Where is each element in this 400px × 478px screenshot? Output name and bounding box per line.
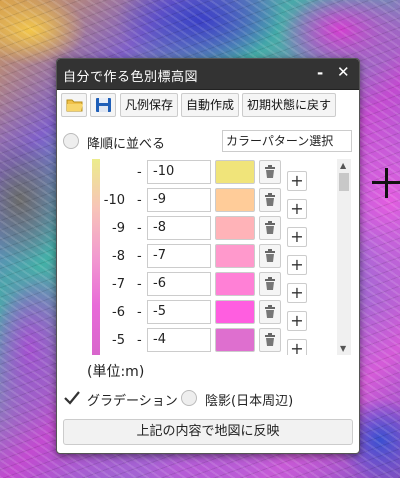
row-separator: - <box>137 249 142 264</box>
row-value-input[interactable]: -8 <box>147 216 211 240</box>
elevation-color-list: - -10 + -10 - -9 + -9 - -8 + -8 - -7 + -… <box>57 159 355 355</box>
list-item: -8 - -7 <box>57 243 355 271</box>
trash-icon <box>265 249 275 262</box>
shade-checkbox[interactable] <box>181 390 197 406</box>
list-item: -10 - -9 <box>57 187 355 215</box>
row-separator: - <box>137 277 142 292</box>
sort-descending-checkbox[interactable] <box>63 133 79 149</box>
row-separator: - <box>137 193 142 208</box>
reset-button[interactable]: 初期状態に戻す <box>242 93 336 117</box>
list-item: -6 - -5 <box>57 299 355 327</box>
trash-icon <box>265 277 275 290</box>
scroll-up-arrow-icon[interactable]: ▲ <box>340 161 346 170</box>
folder-open-icon <box>66 99 83 112</box>
color-pattern-select[interactable]: カラーパターン選択 <box>222 130 352 152</box>
row-separator: - <box>137 165 142 180</box>
row-lower-label: -6 <box>112 305 125 320</box>
open-file-button[interactable] <box>61 93 87 117</box>
row-lower-label: -7 <box>112 277 125 292</box>
row-delete-button[interactable] <box>259 300 281 324</box>
row-value-input[interactable]: -4 <box>147 328 211 352</box>
scroll-thumb[interactable] <box>339 173 349 191</box>
row-value-input[interactable]: -6 <box>147 272 211 296</box>
row-value-input[interactable]: -5 <box>147 300 211 324</box>
legend-save-button[interactable]: 凡例保存 <box>120 93 178 117</box>
trash-icon <box>265 165 275 178</box>
row-color-swatch[interactable] <box>215 216 255 240</box>
dialog-titlebar[interactable]: 自分で作る色別標高図 - ✕ <box>57 59 359 90</box>
color-elevation-dialog: 自分で作る色別標高図 - ✕ 凡例保存 自動作成 初期状態に戻す 降順に並べる … <box>56 58 360 454</box>
trash-icon <box>265 333 275 346</box>
row-value-input[interactable]: -9 <box>147 188 211 212</box>
dialog-toolbar: 凡例保存 自動作成 初期状態に戻す <box>57 90 359 120</box>
floppy-disk-icon <box>96 98 111 112</box>
row-color-swatch[interactable] <box>215 188 255 212</box>
list-item: -5 - -4 <box>57 327 355 355</box>
row-lower-label: -10 <box>103 193 125 208</box>
close-button[interactable]: ✕ <box>337 63 350 81</box>
row-color-swatch[interactable] <box>215 160 255 184</box>
options-row: グラデーション 陰影(日本周辺) <box>57 387 359 411</box>
row-delete-button[interactable] <box>259 272 281 296</box>
list-scrollbar[interactable]: ▲ ▼ <box>337 159 351 355</box>
row-delete-button[interactable] <box>259 244 281 268</box>
list-item: - -10 <box>57 159 355 187</box>
row-delete-button[interactable] <box>259 328 281 352</box>
map-center-crosshair-icon <box>372 168 400 198</box>
row-color-swatch[interactable] <box>215 244 255 268</box>
auto-create-button[interactable]: 自動作成 <box>181 93 239 117</box>
trash-icon <box>265 305 275 318</box>
minimize-button[interactable]: - <box>317 64 323 82</box>
row-delete-button[interactable] <box>259 188 281 212</box>
add-row-button[interactable]: + <box>287 339 307 355</box>
row-value-input[interactable]: -7 <box>147 244 211 268</box>
row-lower-label: -5 <box>112 333 125 348</box>
row-separator: - <box>137 305 142 320</box>
dialog-title: 自分で作る色別標高図 <box>63 70 199 85</box>
sort-descending-label: 降順に並べる <box>87 137 166 152</box>
gradation-label: グラデーション <box>87 394 178 409</box>
row-lower-label: -9 <box>112 221 125 236</box>
row-separator: - <box>137 333 142 348</box>
row-value-input[interactable]: -10 <box>147 160 211 184</box>
scroll-down-arrow-icon[interactable]: ▼ <box>340 344 346 353</box>
trash-icon <box>265 221 275 234</box>
shade-label: 陰影(日本周辺) <box>205 394 294 409</box>
list-item: -9 - -8 <box>57 215 355 243</box>
sort-row: 降順に並べる カラーパターン選択 <box>57 129 359 153</box>
row-color-swatch[interactable] <box>215 300 255 324</box>
row-lower-label: -8 <box>112 249 125 264</box>
row-color-swatch[interactable] <box>215 272 255 296</box>
save-file-button[interactable] <box>90 93 116 117</box>
trash-icon <box>265 193 275 206</box>
row-separator: - <box>137 221 142 236</box>
row-color-swatch[interactable] <box>215 328 255 352</box>
row-delete-button[interactable] <box>259 160 281 184</box>
list-item: -7 - -6 <box>57 271 355 299</box>
unit-label: (単位:m) <box>87 364 145 380</box>
gradation-checkbox[interactable] <box>63 389 81 407</box>
apply-to-map-button[interactable]: 上記の内容で地図に反映 <box>63 419 353 445</box>
row-delete-button[interactable] <box>259 216 281 240</box>
